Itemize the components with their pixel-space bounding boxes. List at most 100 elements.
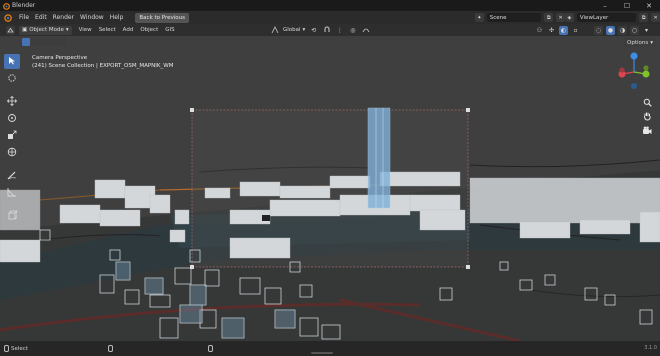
- transform-orientation-group: Global ▾ ⟲ ⋮ ◎: [270, 25, 370, 35]
- visibility-icon[interactable]: ⚇: [535, 26, 544, 35]
- shading-material-icon[interactable]: ◑: [618, 25, 627, 35]
- editor-type-icon[interactable]: [6, 25, 15, 35]
- tool-rotate[interactable]: [4, 111, 20, 126]
- 3d-viewport[interactable]: [0, 36, 660, 341]
- shading-wireframe-icon[interactable]: ◌: [594, 25, 603, 35]
- select-mode-subtract-icon[interactable]: [40, 38, 48, 46]
- camera-view-icon: [642, 126, 652, 137]
- menu-object[interactable]: Object: [140, 27, 158, 33]
- chevron-down-icon: ▾: [65, 27, 69, 33]
- options-dropdown[interactable]: Options ▾: [624, 38, 656, 47]
- select-mode-invert-icon[interactable]: [49, 38, 57, 46]
- object-mode-dropdown[interactable]: ▣ Object Mode ▾: [19, 25, 72, 35]
- remove-view-layer-icon[interactable]: ✕: [651, 13, 660, 22]
- title-bar: Blender – ☐ ✕: [0, 0, 660, 11]
- transform-icon: [7, 147, 17, 159]
- tool-scale[interactable]: [4, 128, 20, 143]
- menu-add[interactable]: Add: [123, 27, 134, 33]
- snap-target-icon[interactable]: ⋮: [335, 26, 344, 35]
- view-layer-field[interactable]: ViewLayer: [576, 13, 637, 22]
- menu-render[interactable]: Render: [53, 14, 74, 21]
- mouse-right-icon: [208, 345, 213, 352]
- orientation-label: Global: [283, 27, 301, 33]
- tool-move[interactable]: [4, 94, 20, 109]
- scene-icon[interactable]: ✦: [475, 13, 484, 22]
- blender-menu-icon[interactable]: [1, 12, 13, 24]
- viewport-scene: [0, 36, 660, 341]
- menu-view[interactable]: View: [79, 27, 92, 33]
- measure-icon: [7, 187, 17, 199]
- annotate-icon: [7, 170, 17, 182]
- object-mode-icon: ▣: [22, 27, 28, 33]
- navigation-gizmo[interactable]: [612, 50, 656, 94]
- new-scene-icon[interactable]: ⧉: [544, 13, 554, 22]
- move-icon: [6, 95, 18, 108]
- remove-scene-icon[interactable]: ✕: [556, 13, 566, 22]
- rotate-icon: [7, 113, 17, 125]
- back-to-previous-label: Back to Previous: [139, 14, 186, 21]
- view-layer-selector: ◈ ViewLayer ⧉ ✕: [565, 12, 660, 23]
- zoom-icon: [643, 98, 652, 109]
- hand-pan-icon: [643, 111, 652, 123]
- tool-measure[interactable]: [4, 185, 20, 200]
- tool-annotate[interactable]: [4, 168, 20, 183]
- chevron-down-icon: ▾: [650, 39, 653, 46]
- menu-help[interactable]: Help: [110, 14, 124, 21]
- blender-version: 3.1.0: [644, 345, 657, 351]
- object-mode-label: Object Mode: [29, 27, 64, 33]
- menu-edit[interactable]: Edit: [35, 14, 47, 21]
- tool-shelf: [4, 54, 22, 223]
- select-mode-new-icon[interactable]: [22, 38, 30, 46]
- zoom-button[interactable]: [640, 96, 654, 110]
- tool-transform[interactable]: [4, 145, 20, 160]
- add-cube-icon: [7, 210, 18, 222]
- mouse-left-icon: [4, 345, 9, 352]
- view-layer-icon[interactable]: ◈: [565, 13, 574, 22]
- close-icon[interactable]: ✕: [638, 0, 660, 11]
- menu-select[interactable]: Select: [99, 27, 116, 33]
- overlays-icon[interactable]: ◐: [559, 25, 568, 35]
- options-label: Options: [627, 39, 649, 46]
- select-mode-group: [22, 38, 66, 47]
- camera-view-button[interactable]: [640, 124, 654, 138]
- mouse-middle-icon: [108, 345, 113, 352]
- proportional-edit-icon[interactable]: ◎: [348, 26, 357, 35]
- shading-rendered-icon[interactable]: ○: [630, 25, 639, 35]
- scene-name-field[interactable]: Scene: [486, 13, 542, 22]
- menu-file[interactable]: File: [19, 14, 29, 21]
- window-controls: – ☐ ✕: [594, 0, 660, 11]
- shading-options-icon[interactable]: ▾: [642, 26, 651, 35]
- back-to-previous-button[interactable]: Back to Previous: [135, 12, 190, 23]
- menu-gis[interactable]: GIS: [165, 27, 174, 33]
- tool-cursor[interactable]: [4, 71, 20, 86]
- top-menu-bar: File Edit Render Window Help Back to Pre…: [0, 11, 660, 24]
- viewport-header: ▣ Object Mode ▾ View Select Add Object G…: [0, 24, 660, 36]
- minimize-icon[interactable]: –: [594, 0, 616, 11]
- select-mode-intersect-icon[interactable]: [58, 38, 66, 46]
- collection-info: (241) Scene Collection | EXPORT_OSM_MAPN…: [32, 63, 174, 69]
- xray-icon[interactable]: ▫: [571, 26, 580, 35]
- window-title: Blender: [12, 2, 36, 9]
- maximize-icon[interactable]: ☐: [616, 0, 638, 11]
- status-scroll-handle[interactable]: [311, 352, 333, 354]
- menu-window[interactable]: Window: [80, 14, 104, 21]
- snap-icon[interactable]: [322, 26, 331, 35]
- chevron-down-icon: ▾: [302, 27, 306, 33]
- pivot-point-icon[interactable]: ⟲: [309, 26, 318, 35]
- orientation-dropdown[interactable]: Global ▾: [283, 27, 305, 33]
- tool-select-box[interactable]: [4, 54, 20, 69]
- falloff-icon[interactable]: [361, 26, 370, 35]
- view-name: Camera Perspective: [32, 55, 88, 61]
- cursor-3d-icon: [7, 73, 17, 85]
- pan-button[interactable]: [640, 110, 654, 124]
- status-hint: Select: [4, 345, 28, 352]
- status-select-label: Select: [11, 345, 28, 352]
- cursor-select-icon: [8, 56, 16, 67]
- select-mode-extend-icon[interactable]: [31, 38, 39, 46]
- shading-solid-icon[interactable]: ●: [606, 25, 615, 35]
- viewport-shading-group: ⚇ ✣ ◐ ▫ ◌ ● ◑ ○ ▾: [535, 25, 651, 35]
- gizmo-toggle-icon[interactable]: ✣: [547, 26, 556, 35]
- scale-icon: [7, 130, 17, 142]
- new-view-layer-icon[interactable]: ⧉: [639, 13, 649, 22]
- tool-add-cube[interactable]: [4, 208, 20, 223]
